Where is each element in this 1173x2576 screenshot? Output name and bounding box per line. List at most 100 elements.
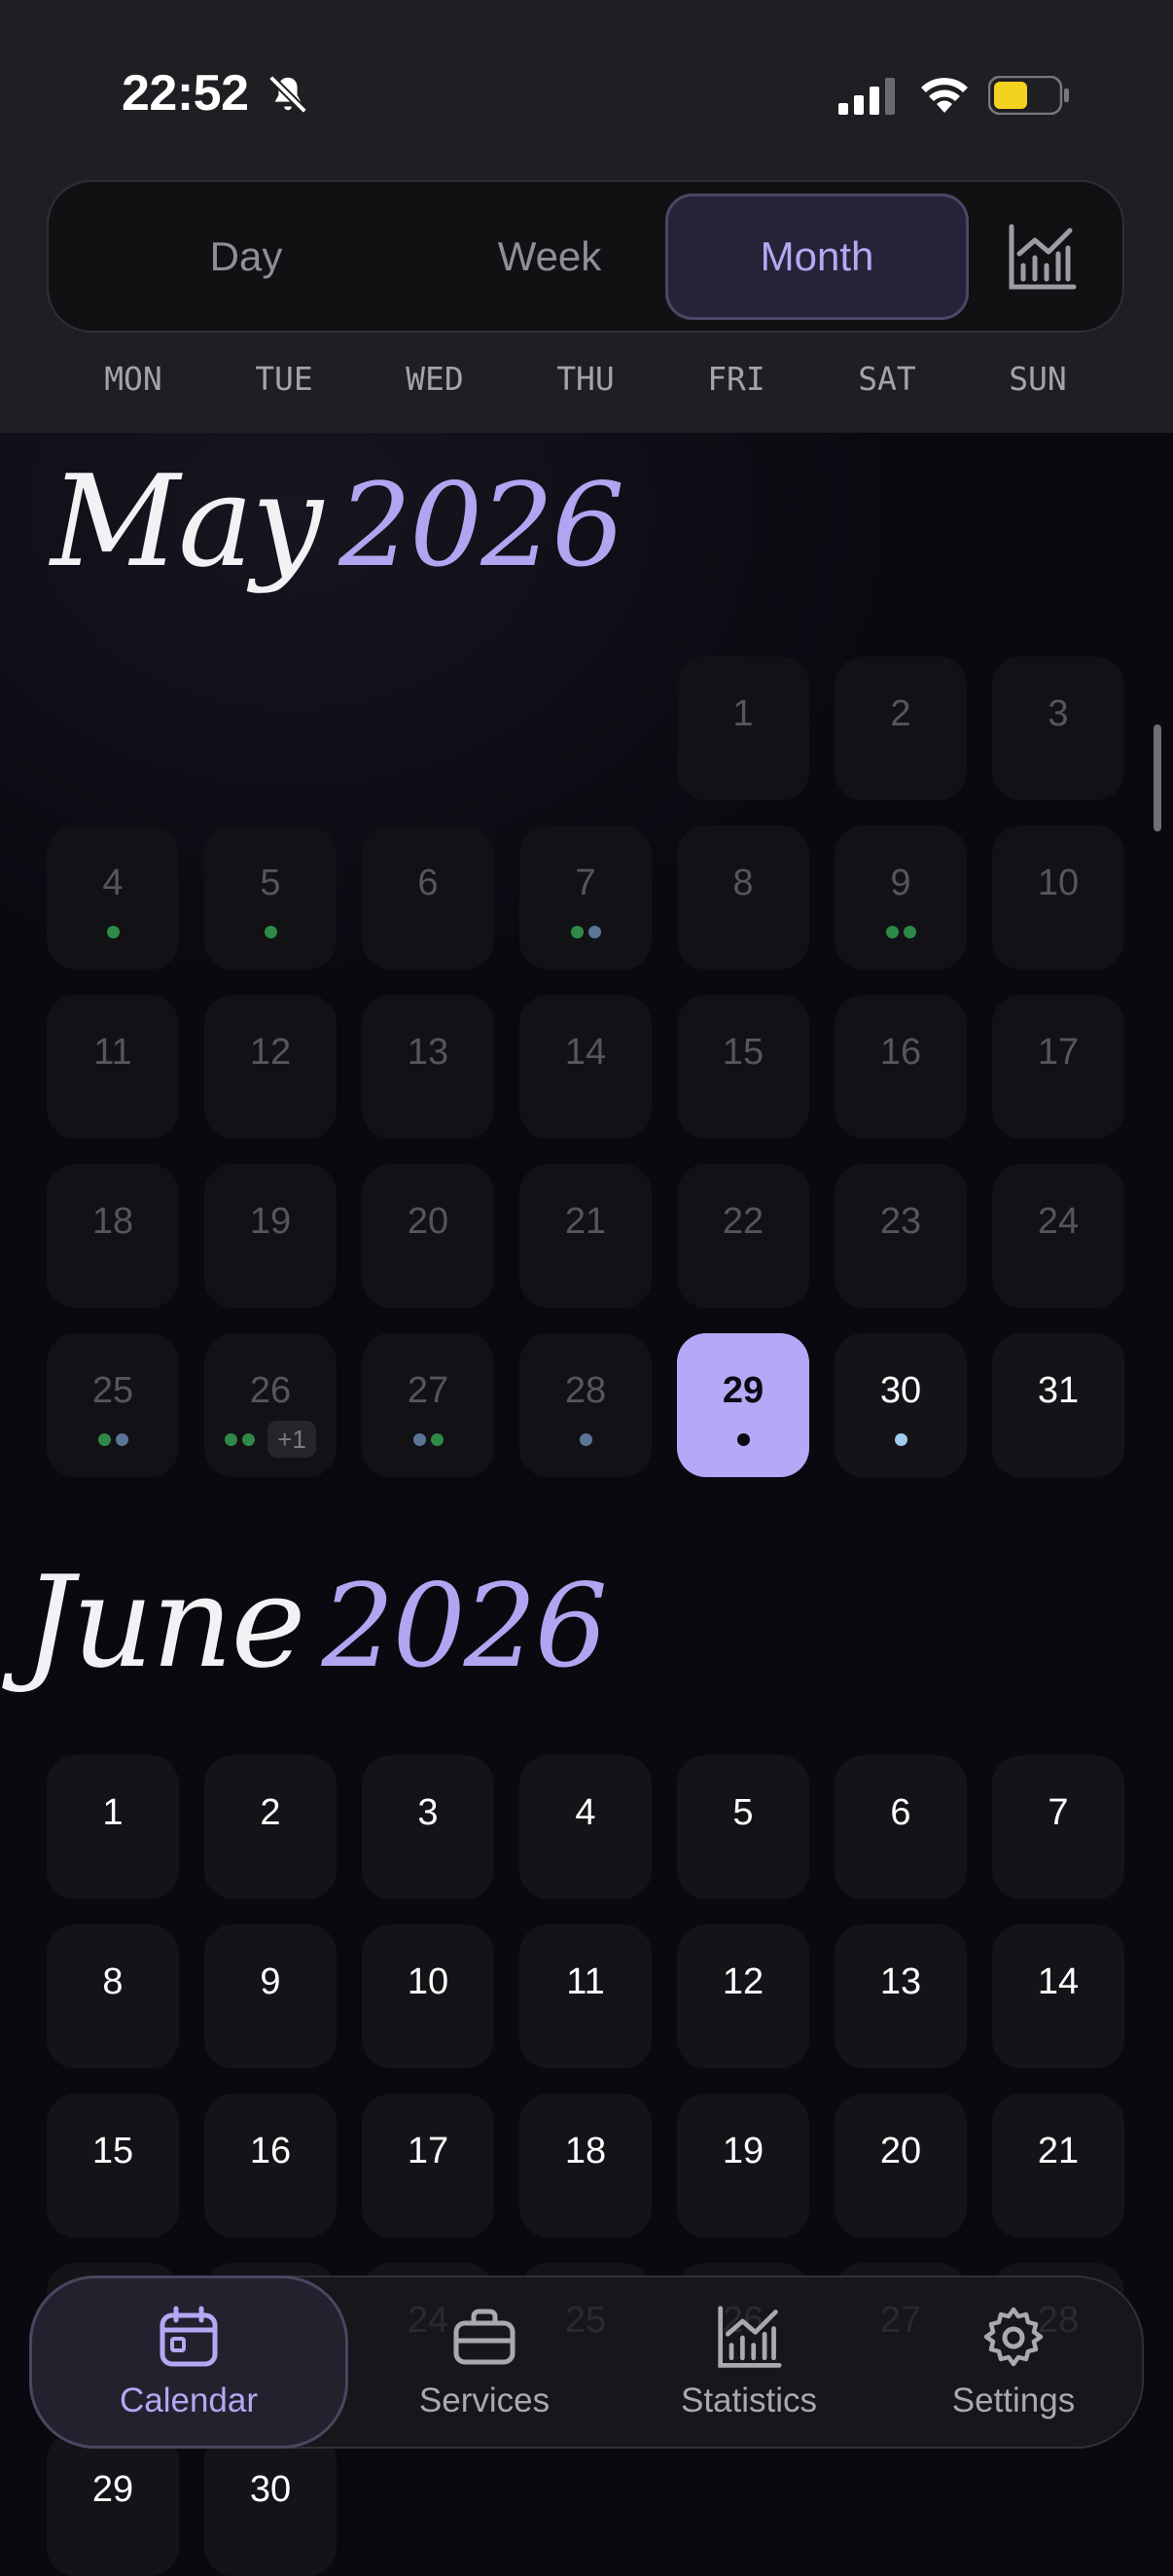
day-number: 27	[407, 1370, 449, 1411]
event-dot	[570, 925, 584, 938]
day-cell[interactable]: 28	[519, 1333, 652, 1477]
view-switcher: Day Week Month	[47, 180, 1124, 333]
day-cell[interactable]: 8	[47, 1924, 179, 2068]
day-cell[interactable]: 13	[835, 1924, 967, 2068]
day-cell[interactable]: 19	[677, 2094, 809, 2238]
day-number: 2	[260, 1792, 281, 1833]
day-cell[interactable]: 24	[992, 1164, 1124, 1308]
day-number: 22	[722, 1201, 764, 1242]
day-cell[interactable]: 14	[992, 1924, 1124, 2068]
weekday-label: MON	[104, 360, 162, 398]
event-indicators	[677, 1430, 809, 1448]
day-cell[interactable]: 6	[835, 1755, 967, 1899]
day-number: 6	[417, 863, 439, 903]
day-cell[interactable]: 31	[992, 1333, 1124, 1477]
event-indicators	[519, 1430, 652, 1448]
tab-week[interactable]: Week	[399, 194, 700, 320]
month-name: May	[51, 447, 323, 595]
day-cell[interactable]: 21	[519, 1164, 652, 1308]
event-indicators	[204, 923, 337, 940]
day-number: 19	[722, 2131, 764, 2171]
day-cell-today[interactable]: 29	[677, 1333, 809, 1477]
day-cell[interactable]: 7	[519, 826, 652, 970]
day-number: 13	[879, 1961, 922, 2002]
day-cell[interactable]: 20	[362, 1164, 494, 1308]
day-number: 13	[407, 1032, 449, 1073]
day-cell[interactable]: 11	[519, 1924, 652, 2068]
day-cell[interactable]: 17	[362, 2094, 494, 2238]
bottom-tab-bar: Calendar Services Statistics Settings	[29, 2276, 1144, 2449]
day-cell[interactable]: 25	[47, 1333, 179, 1477]
nav-label: Settings	[951, 2382, 1076, 2419]
status-time: 22:52	[122, 65, 249, 122]
weekday-label: SUN	[1009, 360, 1067, 398]
cellular-signal-icon	[838, 78, 895, 115]
day-cell[interactable]: 18	[519, 2094, 652, 2238]
day-cell[interactable]: 16	[835, 995, 967, 1139]
day-cell[interactable]: 6	[362, 826, 494, 970]
event-indicators	[835, 923, 967, 940]
day-number: 17	[1037, 1032, 1080, 1073]
weekday-label: FRI	[707, 360, 765, 398]
day-cell[interactable]: 26 +1	[204, 1333, 337, 1477]
event-dot	[97, 1432, 111, 1446]
day-number: 16	[249, 2131, 292, 2171]
day-cell[interactable]: 22	[677, 1164, 809, 1308]
day-cell[interactable]: 2	[835, 656, 967, 800]
day-number: 12	[249, 1032, 292, 1073]
day-cell[interactable]: 30	[835, 1333, 967, 1477]
day-cell[interactable]: 14	[519, 995, 652, 1139]
tab-day[interactable]: Day	[95, 194, 397, 320]
day-cell[interactable]: 2	[204, 1755, 337, 1899]
day-cell[interactable]: 27	[362, 1333, 494, 1477]
day-cell[interactable]: 5	[204, 826, 337, 970]
nav-statistics[interactable]: Statistics	[613, 2277, 885, 2447]
day-number: 29	[91, 2469, 134, 2510]
day-cell[interactable]: 16	[204, 2094, 337, 2238]
day-cell[interactable]: 7	[992, 1755, 1124, 1899]
day-number: 15	[91, 2131, 134, 2171]
day-cell[interactable]: 11	[47, 995, 179, 1139]
event-dot	[242, 1432, 256, 1446]
nav-calendar[interactable]: Calendar	[29, 2276, 348, 2449]
month-name: June	[23, 1548, 305, 1696]
day-cell[interactable]: 3	[992, 656, 1124, 800]
day-cell[interactable]: 19	[204, 1164, 337, 1308]
day-number: 10	[1037, 863, 1080, 903]
day-cell[interactable]: 4	[519, 1755, 652, 1899]
day-cell[interactable]: 1	[47, 1755, 179, 1899]
day-number: 24	[1037, 1201, 1080, 1242]
day-cell[interactable]: 5	[677, 1755, 809, 1899]
day-cell[interactable]: 15	[47, 2094, 179, 2238]
day-cell[interactable]: 9	[835, 826, 967, 970]
day-cell[interactable]: 13	[362, 995, 494, 1139]
day-cell[interactable]: 12	[677, 1924, 809, 2068]
day-number: 20	[879, 2131, 922, 2171]
day-cell[interactable]: 15	[677, 995, 809, 1139]
day-cell[interactable]: 12	[204, 995, 337, 1139]
day-cell[interactable]: 9	[204, 1924, 337, 2068]
chart-icon[interactable]	[1006, 223, 1078, 293]
day-cell[interactable]: 29	[47, 2432, 179, 2576]
day-number: 21	[564, 1201, 607, 1242]
nav-services[interactable]: Services	[348, 2277, 621, 2447]
day-cell[interactable]: 1	[677, 656, 809, 800]
event-dot	[106, 925, 120, 938]
day-number: 18	[564, 2131, 607, 2171]
day-cell[interactable]: 10	[362, 1924, 494, 2068]
day-cell[interactable]: 21	[992, 2094, 1124, 2238]
day-cell[interactable]: 23	[835, 1164, 967, 1308]
day-cell[interactable]: 10	[992, 826, 1124, 970]
day-cell[interactable]: 30	[204, 2432, 337, 2576]
tab-month[interactable]: Month	[665, 194, 969, 320]
event-indicators	[47, 923, 179, 940]
day-cell[interactable]: 17	[992, 995, 1124, 1139]
nav-settings[interactable]: Settings	[877, 2277, 1150, 2447]
day-cell[interactable]: 3	[362, 1755, 494, 1899]
day-cell[interactable]: 4	[47, 826, 179, 970]
day-cell[interactable]: 18	[47, 1164, 179, 1308]
day-cell[interactable]: 8	[677, 826, 809, 970]
day-cell[interactable]: 20	[835, 2094, 967, 2238]
day-number: 15	[722, 1032, 764, 1073]
scroll-indicator[interactable]	[1154, 724, 1161, 831]
